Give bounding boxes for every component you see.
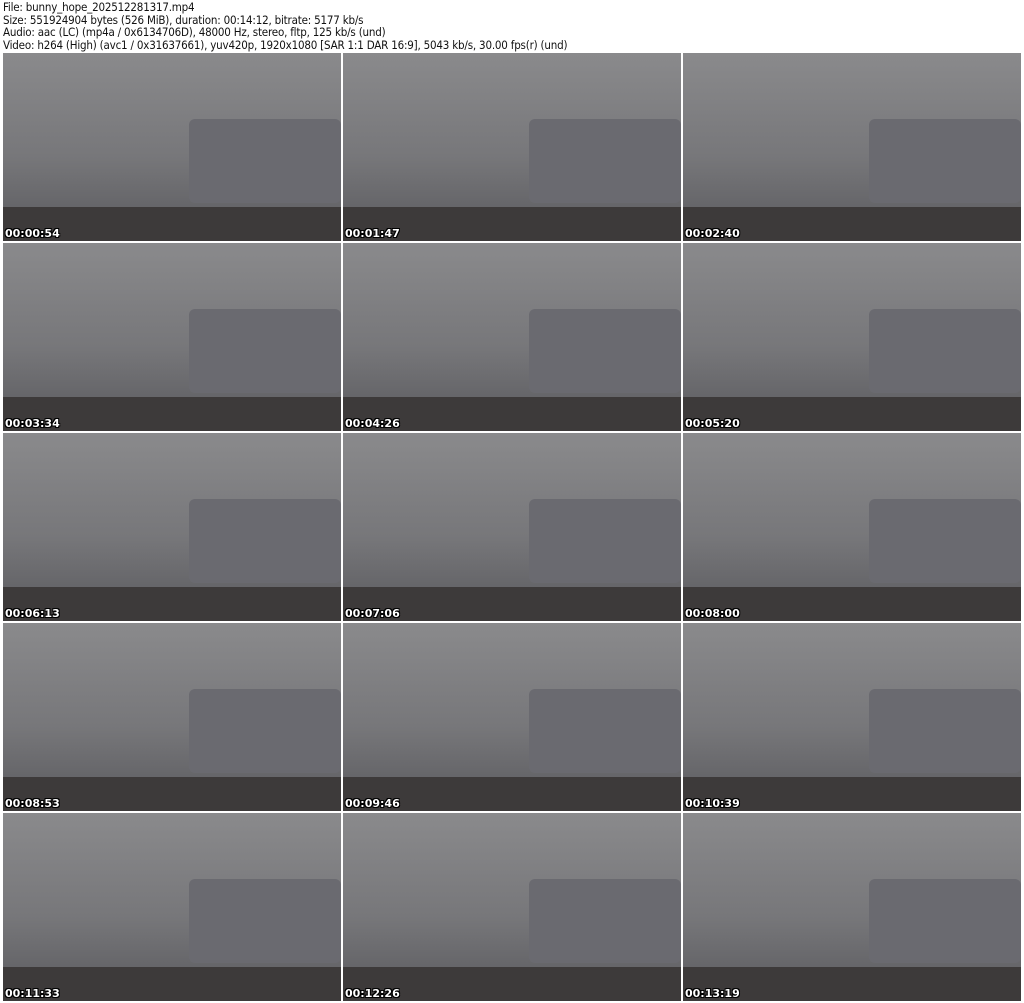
video-thumbnail: 00:08:00: [683, 433, 1021, 621]
file-name: File: bunny_hope_202512281317.mp4: [3, 0, 195, 14]
thumbnail-timestamp: 00:10:39: [685, 797, 740, 810]
thumbnail-timestamp: 00:02:40: [685, 227, 740, 240]
video-thumbnail: 00:04:26: [343, 243, 681, 431]
video-thumbnail: 00:10:39: [683, 623, 1021, 811]
thumbnail-timestamp: 00:12:26: [345, 987, 400, 1000]
video-thumbnail: 00:13:19: [683, 813, 1021, 1001]
thumbnail-grid: 00:00:54 00:01:47 00:02:40 00:03:34 00:04:26…: [3, 53, 1021, 1001]
video-info: Video: h264 (High) (avc1 / 0x31637661), …: [3, 37, 568, 52]
video-thumbnail: 00:07:06: [343, 433, 681, 621]
thumbnail-timestamp: 00:05:20: [685, 417, 740, 430]
audio-info: Audio: aac (LC) (mp4a / 0x6134706D), 480…: [3, 25, 386, 39]
video-thumbnail: 00:12:26: [343, 813, 681, 1001]
thumbnail-timestamp: 00:00:54: [5, 227, 60, 240]
video-thumbnail: 00:11:33: [3, 813, 341, 1001]
video-thumbnail: 00:01:47: [343, 53, 681, 241]
thumbnail-timestamp: 00:13:19: [685, 987, 740, 1000]
thumbnail-timestamp: 00:04:26: [345, 417, 400, 430]
thumbnail-timestamp: 00:01:47: [345, 227, 400, 240]
video-thumbnail: 00:02:40: [683, 53, 1021, 241]
thumbnail-timestamp: 00:03:34: [5, 417, 60, 430]
video-thumbnail: 00:05:20: [683, 243, 1021, 431]
video-thumbnail: 00:00:54: [3, 53, 341, 241]
thumbnail-timestamp: 00:11:33: [5, 987, 60, 1000]
video-thumbnail: 00:09:46: [343, 623, 681, 811]
thumbnail-timestamp: 00:09:46: [345, 797, 400, 810]
thumbnail-timestamp: 00:08:00: [685, 607, 740, 620]
thumbnail-timestamp: 00:07:06: [345, 607, 400, 620]
thumbnail-timestamp: 00:08:53: [5, 797, 60, 810]
video-thumbnail: 00:06:13: [3, 433, 341, 621]
video-thumbnail: 00:03:34: [3, 243, 341, 431]
file-info-header: File: bunny_hope_202512281317.mp4 Size: …: [3, 0, 568, 52]
thumbnail-timestamp: 00:06:13: [5, 607, 60, 620]
video-thumbnail: 00:08:53: [3, 623, 341, 811]
